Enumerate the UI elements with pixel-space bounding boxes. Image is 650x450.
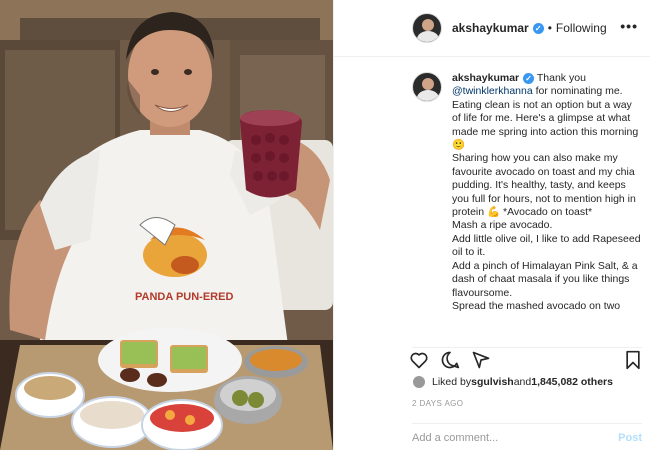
post-photo-illustration: PANDA PUN-ERED <box>0 0 333 450</box>
verified-badge-icon: ✓ <box>523 73 535 84</box>
separator-dot: • <box>547 21 552 35</box>
header-meta: akshaykumar ✓ • Following <box>452 21 607 35</box>
likes-middle: and <box>513 376 532 388</box>
caption-area: akshaykumar ✓ Thank you @twinklerkhanna f… <box>412 68 642 340</box>
caption-username[interactable]: akshaykumar <box>452 72 519 84</box>
more-options-icon[interactable]: ••• <box>620 18 638 34</box>
likes-count[interactable]: 1,845,082 others <box>531 376 613 388</box>
post-comment-button[interactable]: Post <box>618 432 642 444</box>
tshirt-text: PANDA PUN-ERED <box>135 291 233 303</box>
following-button[interactable]: Following <box>556 21 607 35</box>
action-bar <box>409 347 642 371</box>
comment-input[interactable] <box>412 432 592 444</box>
header-username[interactable]: akshaykumar <box>452 21 529 35</box>
post-image[interactable]: PANDA PUN-ERED <box>0 0 333 450</box>
heart-icon[interactable] <box>409 350 429 370</box>
caption-line1: Thank you <box>536 72 586 84</box>
caption-text: akshaykumar ✓ Thank you @twinklerkhanna f… <box>452 72 642 313</box>
liker-avatar <box>412 375 426 389</box>
likes-prefix: Liked by <box>432 376 472 388</box>
caption-avatar[interactable] <box>412 72 442 102</box>
avatar[interactable] <box>412 13 442 43</box>
liker-username[interactable]: sgulvish <box>471 376 514 388</box>
comment-icon[interactable] <box>440 350 460 370</box>
share-icon[interactable] <box>471 350 491 370</box>
mention-link[interactable]: @twinklerkhanna <box>452 85 533 97</box>
caption-body: for nominating me. Eating clean is not a… <box>452 85 641 312</box>
verified-badge-icon: ✓ <box>532 22 544 34</box>
post-header: akshaykumar ✓ • Following ••• <box>333 0 650 57</box>
bookmark-icon[interactable] <box>624 350 642 370</box>
add-comment-bar: Post <box>412 423 642 450</box>
likes-summary[interactable]: Liked by sgulvish and 1,845,082 others <box>412 375 613 389</box>
post-date: 2 DAYS AGO <box>412 399 464 408</box>
